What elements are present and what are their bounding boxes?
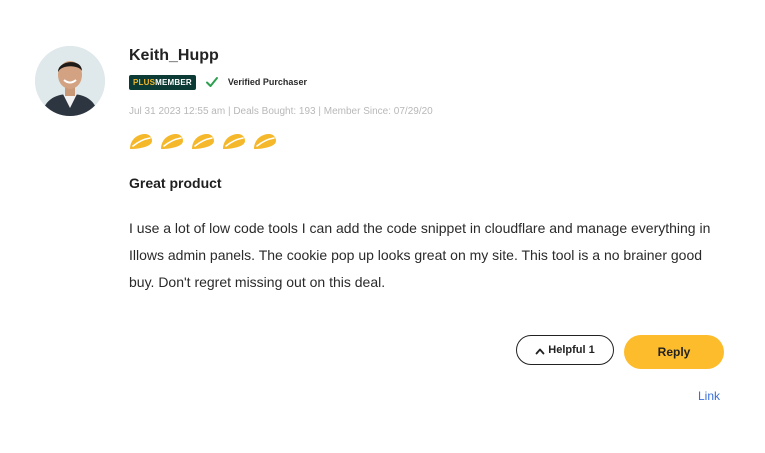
review-meta: Jul 31 2023 12:55 am | Deals Bought: 193…: [129, 106, 433, 117]
plus-badge-text: PLUS: [133, 77, 156, 87]
verified-purchaser-label: Verified Purchaser: [227, 77, 307, 87]
taco-icon: [222, 133, 246, 151]
badge-row: PLUS MEMBER Verified Purchaser: [129, 74, 307, 90]
chevron-up-icon: [535, 346, 545, 355]
rating: [129, 133, 284, 151]
check-icon: [205, 75, 219, 89]
reviewer-name[interactable]: Keith_Hupp: [129, 47, 219, 65]
helpful-label: Helpful: [548, 344, 586, 356]
helpful-button[interactable]: Helpful 1: [516, 335, 614, 365]
helpful-count: 1: [588, 344, 595, 356]
plus-member-badge: PLUS MEMBER: [129, 74, 196, 90]
reply-label: Reply: [657, 345, 691, 359]
reply-button[interactable]: Reply: [624, 335, 724, 369]
taco-icon: [129, 133, 153, 151]
taco-icon: [191, 133, 215, 151]
taco-icon: [160, 133, 184, 151]
member-badge-text: MEMBER: [155, 77, 192, 87]
permalink[interactable]: Link: [698, 389, 720, 403]
review-title: Great product: [129, 175, 222, 191]
taco-icon: [253, 133, 277, 151]
review-body: I use a lot of low code tools I can add …: [129, 220, 711, 290]
avatar[interactable]: [35, 46, 105, 116]
